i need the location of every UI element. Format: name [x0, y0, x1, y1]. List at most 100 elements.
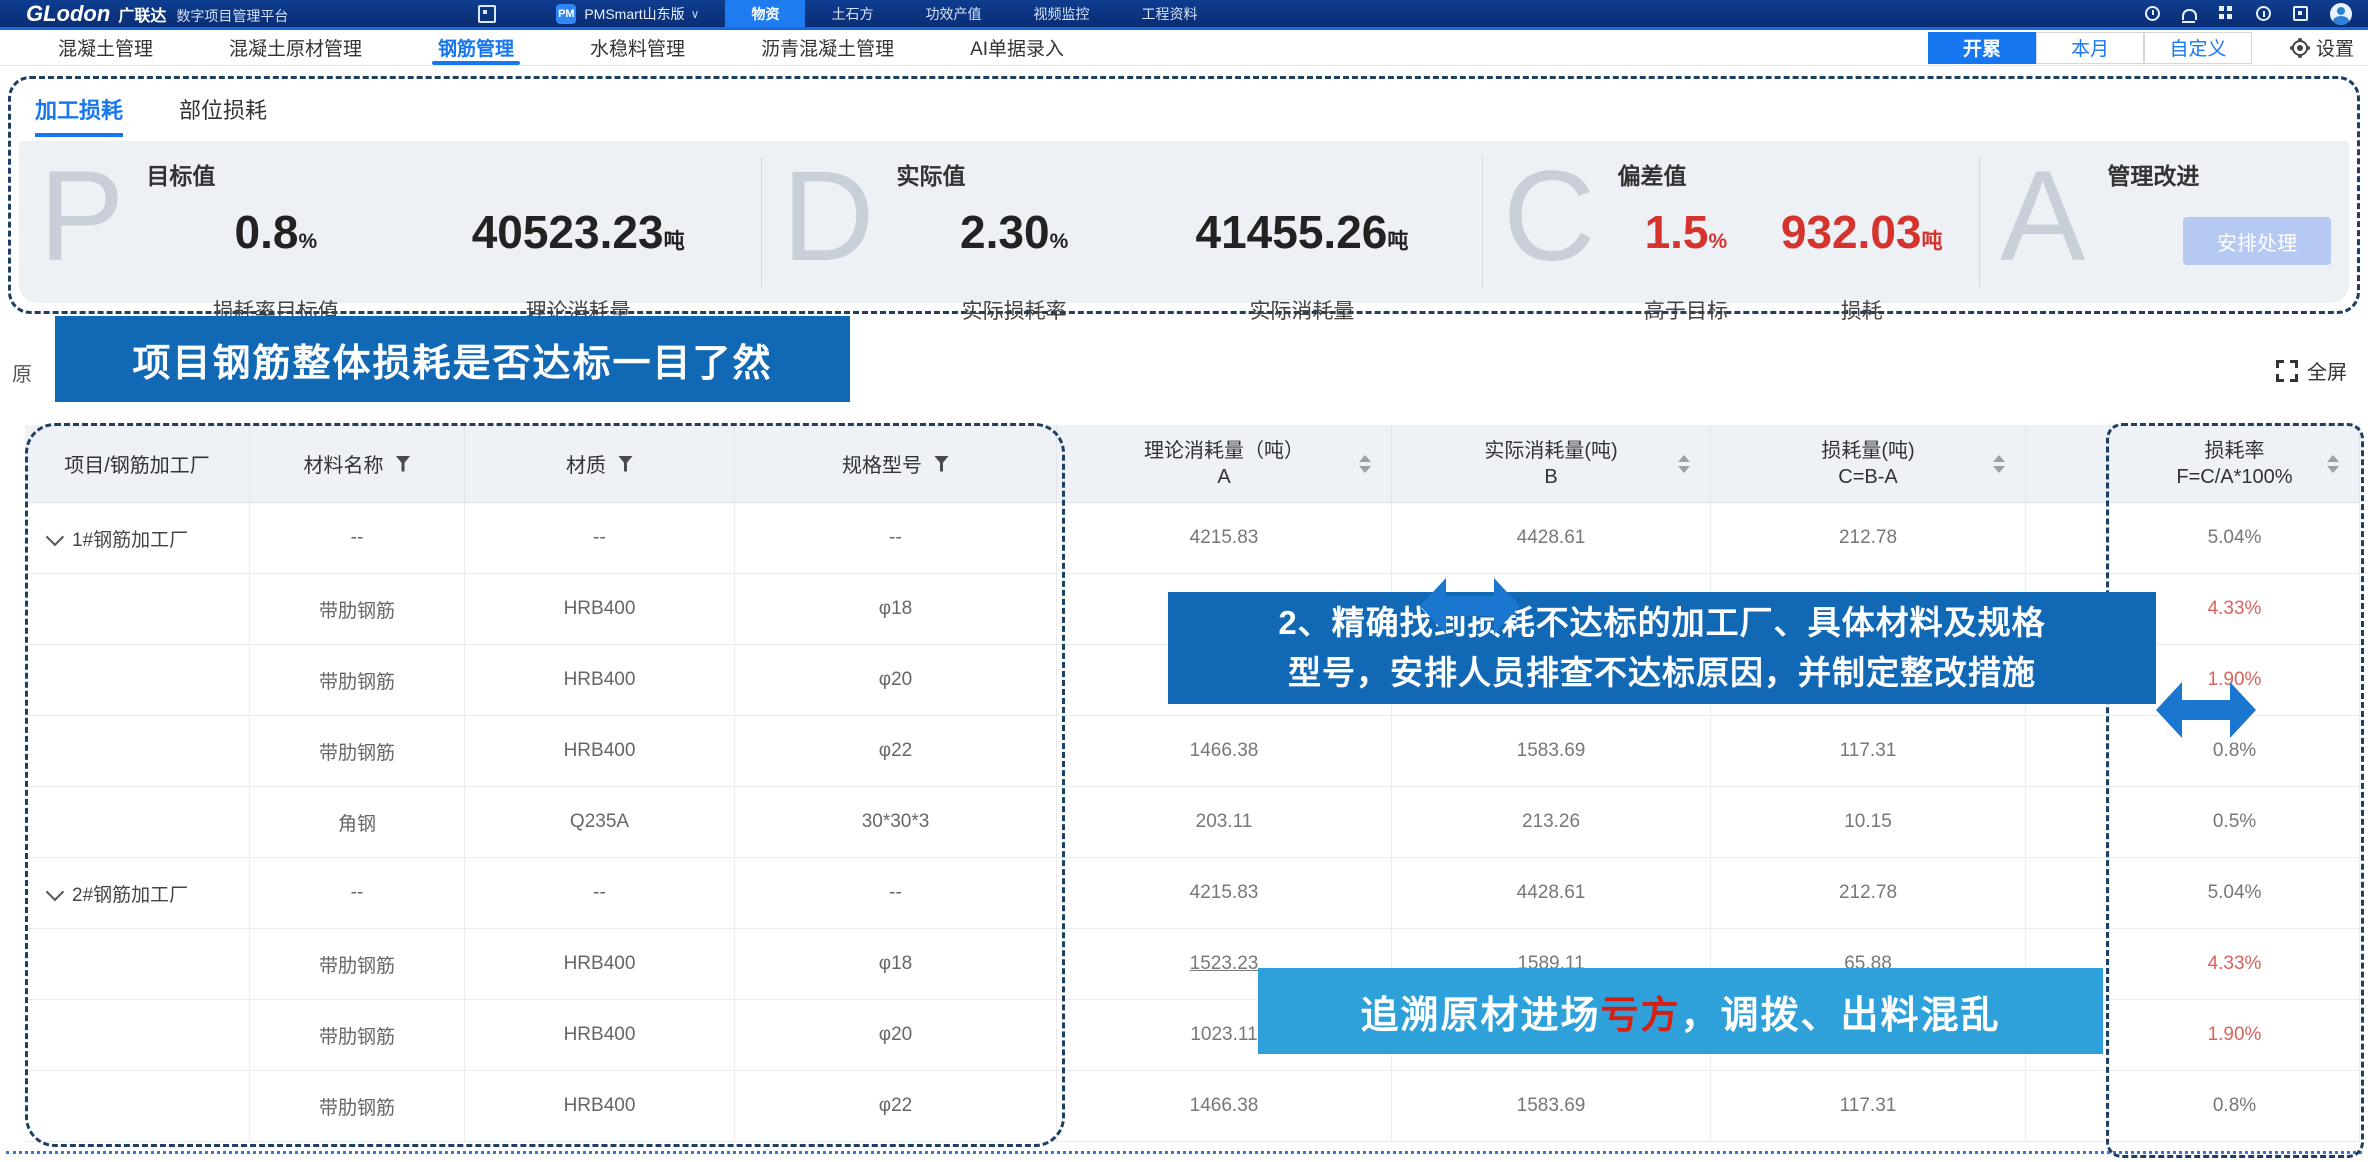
col-gap	[2026, 425, 2110, 503]
card-title: 偏差值	[1617, 157, 1969, 191]
cell-material: 带肋钢筋	[250, 574, 465, 645]
callout-line1: 2、精确找到损耗不达标的加工厂、具体材料及规格	[1278, 598, 2045, 648]
cell-spec: φ22	[735, 1071, 1057, 1142]
cell-spec: φ20	[735, 645, 1057, 716]
module-tab[interactable]: 钢筋管理	[400, 30, 552, 65]
brand-cn: 广联达	[118, 2, 166, 26]
filter-icon[interactable]	[934, 456, 949, 472]
date-range-button[interactable]: 自定义	[2144, 32, 2252, 64]
double-arrow-icon	[2156, 682, 2256, 738]
arrange-handle-button[interactable]: 安排处理	[2183, 217, 2331, 265]
filter-icon[interactable]	[396, 456, 411, 472]
cell-gap	[2026, 858, 2110, 929]
module-tab[interactable]: 混凝土原材管理	[191, 30, 400, 65]
sort-icon[interactable]	[2327, 455, 2339, 473]
table-row[interactable]: 2#钢筋加工厂------4215.834428.61212.785.04%	[25, 858, 2360, 929]
module-tab[interactable]: 混凝土管理	[20, 30, 191, 65]
module-nav-bar: 混凝土管理混凝土原材管理钢筋管理水稳料管理沥青混凝土管理AI单据录入 开累本月自…	[0, 30, 2368, 66]
kpi-card-deviation: C 偏差值 1.5% 高于目标 932.03吨 损耗	[1483, 141, 1979, 303]
cell-theoretical: 203.11	[1057, 787, 1392, 858]
cell-factory	[25, 787, 250, 858]
date-range-buttons: 开累本月自定义	[1928, 32, 2252, 64]
col-spec: 规格型号	[735, 425, 1057, 503]
hierarchy-icon[interactable]	[478, 5, 496, 23]
top-menu: 物资土石方功效产值视频监控工程资料	[725, 0, 1223, 27]
card-title: 目标值	[146, 157, 751, 191]
chevron-down-icon[interactable]: ∨	[691, 7, 700, 21]
top-menu-item[interactable]: 物资	[725, 0, 805, 27]
cell-loss: 10.15	[1711, 787, 2026, 858]
cell-spec: φ18	[735, 574, 1057, 645]
table-header-row: 项目/钢筋加工厂 材料名称 材质 规格型号 理论消耗量（吨）A 实际消耗量(吨)…	[25, 425, 2360, 503]
apps-icon[interactable]	[2219, 6, 2234, 21]
kpi-tab[interactable]: 加工损耗	[35, 93, 123, 137]
expand-chevron-icon[interactable]	[46, 882, 64, 900]
cell-gap	[2026, 787, 2110, 858]
date-range-button[interactable]: 本月	[2036, 32, 2144, 64]
metric-target-rate: 0.8% 损耗率目标值	[213, 205, 339, 325]
cell-rate: 1.90%	[2110, 1000, 2360, 1071]
fullscreen-button[interactable]: 全屏	[2276, 356, 2347, 385]
fullscreen-label: 全屏	[2307, 356, 2347, 385]
module-tab[interactable]: 沥青混凝土管理	[723, 30, 932, 65]
letter-p: P	[39, 147, 124, 303]
module-tab[interactable]: 水稳料管理	[552, 30, 723, 65]
kpi-tabs: 加工损耗 部位损耗	[35, 93, 2357, 137]
kpi-tab[interactable]: 部位损耗	[179, 93, 267, 137]
annotation-callout-find-loss: 2、精确找到损耗不达标的加工厂、具体材料及规格 型号，安排人员排查不达标原因，并…	[1168, 592, 2156, 704]
col-theoretical: 理论消耗量（吨）A	[1057, 425, 1392, 503]
top-menu-item[interactable]: 视频监控	[1007, 0, 1115, 27]
brand: GLodon 广联达 数字项目管理平台	[26, 1, 288, 27]
table-row[interactable]: 1#钢筋加工厂------4215.834428.61212.785.04%	[25, 503, 2360, 574]
help-icon[interactable]	[2256, 6, 2271, 21]
workspace-selector[interactable]: PMSmart山东版	[584, 4, 684, 24]
module-tab[interactable]: AI单据录入	[932, 30, 1102, 65]
nav-right: 开累本月自定义 设置	[1928, 32, 2354, 64]
table-row[interactable]: 角钢Q235A30*30*3203.11213.2610.150.5%	[25, 787, 2360, 858]
settings-button[interactable]: 设置	[2292, 34, 2354, 61]
cell-factory	[25, 929, 250, 1000]
filter-icon[interactable]	[618, 456, 633, 472]
cell-factory	[25, 1071, 250, 1142]
cell-gap	[2026, 716, 2110, 787]
kpi-cards: P 目标值 0.8% 损耗率目标值 40523.23吨 理论消耗量	[19, 141, 2349, 303]
notification-icon[interactable]	[2182, 9, 2197, 20]
cell-grade: HRB400	[465, 1000, 735, 1071]
sort-icon[interactable]	[1359, 455, 1371, 473]
sort-icon[interactable]	[1678, 455, 1690, 473]
cell-theoretical: 4215.83	[1057, 503, 1392, 574]
cell-grade: Q235A	[465, 787, 735, 858]
cell-spec: φ18	[735, 929, 1057, 1000]
cell-factory	[25, 574, 250, 645]
expand-chevron-icon[interactable]	[46, 527, 64, 545]
history-icon[interactable]	[2145, 6, 2160, 21]
top-menu-item[interactable]: 功效产值	[899, 0, 1007, 27]
cell-theoretical: 1466.38	[1057, 716, 1392, 787]
avatar[interactable]	[2330, 3, 2352, 25]
window-icon[interactable]	[2293, 6, 2308, 21]
letter-c: C	[1503, 147, 1595, 303]
date-range-button[interactable]: 开累	[1928, 32, 2036, 64]
top-menu-item[interactable]: 土石方	[805, 0, 899, 27]
metric-actual-qty: 41455.26吨 实际消耗量	[1196, 205, 1409, 325]
cell-loss: 212.78	[1711, 858, 2026, 929]
table-row[interactable]: 带肋钢筋HRB400φ221466.381583.69117.310.8%	[25, 716, 2360, 787]
card-title: 实际值	[896, 157, 1472, 191]
col-material: 材料名称	[250, 425, 465, 503]
top-menu-item[interactable]: 工程资料	[1115, 0, 1223, 27]
cell-factory	[25, 645, 250, 716]
dotted-divider	[6, 1151, 2362, 1154]
sort-icon[interactable]	[1993, 455, 2005, 473]
cell-spec: φ22	[735, 716, 1057, 787]
cell-spec: 30*30*3	[735, 787, 1057, 858]
cell-material: 角钢	[250, 787, 465, 858]
metric-actual-rate: 2.30% 实际损耗率	[960, 205, 1068, 325]
cell-gap	[2026, 1071, 2110, 1142]
cell-actual: 4428.61	[1392, 503, 1711, 574]
kpi-card-target: P 目标值 0.8% 损耗率目标值 40523.23吨 理论消耗量	[19, 141, 761, 303]
table-row[interactable]: 带肋钢筋HRB400φ221466.381583.69117.310.8%	[25, 1071, 2360, 1142]
col-actual: 实际消耗量(吨)B	[1392, 425, 1711, 503]
cell-rate: 4.33%	[2110, 929, 2360, 1000]
cell-grade: --	[465, 858, 735, 929]
callout-line2: 型号，安排人员排查不达标原因，并制定整改措施	[1288, 648, 2036, 698]
